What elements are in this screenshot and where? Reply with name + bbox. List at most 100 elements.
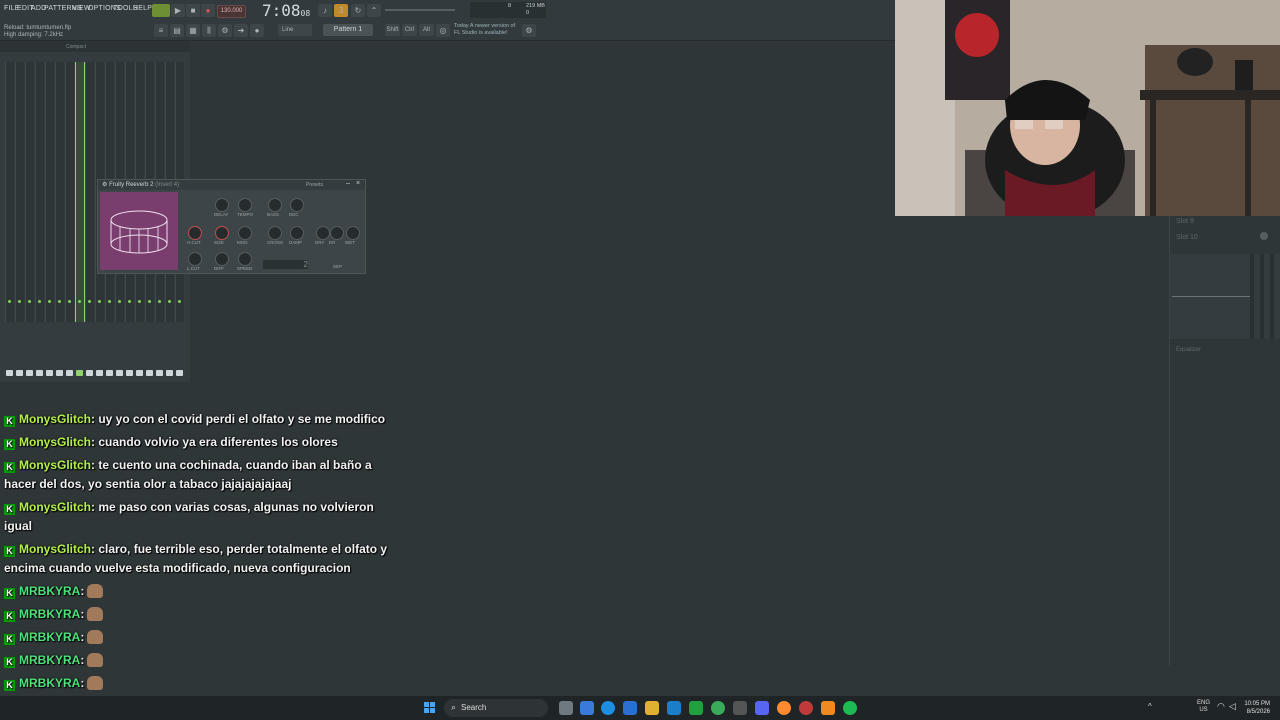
route-indicator[interactable] — [168, 300, 171, 303]
route-indicator[interactable] — [108, 300, 111, 303]
browser-icon-2[interactable] — [777, 701, 791, 715]
excel-icon[interactable] — [689, 701, 703, 715]
plugin-knob[interactable] — [238, 226, 252, 240]
mixer-track[interactable] — [25, 62, 34, 322]
plugin-knob[interactable] — [290, 198, 304, 212]
reverb-plugin-window[interactable]: ⚙ Fruity Reeverb 2 (Insert 4) Presets – … — [97, 179, 366, 274]
plugin-knob[interactable] — [290, 226, 304, 240]
taskbar-clock[interactable]: 10:05 PM 8/5/2026 — [1244, 700, 1270, 716]
chat-username[interactable]: MonysGlitch — [19, 412, 91, 426]
mixer-track[interactable] — [65, 62, 74, 322]
plugin-knob[interactable] — [316, 226, 330, 240]
plugin-picker-icon[interactable]: ➜ — [234, 24, 248, 37]
online-icon[interactable]: ⚙ — [522, 24, 536, 37]
mixer-fader[interactable] — [156, 370, 163, 376]
metronome-icon[interactable]: ♪ — [318, 4, 332, 17]
minimize-icon[interactable]: – — [346, 180, 350, 187]
chat-username[interactable]: MRBKYRA — [19, 607, 80, 621]
close-icon[interactable]: × — [356, 180, 360, 187]
route-indicator[interactable] — [88, 300, 91, 303]
plugin-knob[interactable] — [346, 226, 360, 240]
tray-chevron-icon[interactable]: ^ — [1148, 702, 1152, 711]
route-indicator[interactable] — [178, 300, 181, 303]
chat-username[interactable]: MonysGlitch — [19, 458, 91, 472]
route-indicator[interactable] — [58, 300, 61, 303]
mixer-track[interactable] — [5, 62, 14, 322]
plugin-knob[interactable] — [188, 252, 202, 266]
route-indicator[interactable] — [38, 300, 41, 303]
chat-username[interactable]: MRBKYRA — [19, 584, 80, 598]
chrome-icon[interactable] — [711, 701, 725, 715]
obs-icon[interactable] — [799, 701, 813, 715]
channel-rack-icon[interactable]: ≡ — [154, 24, 168, 37]
mixer-fader[interactable] — [106, 370, 113, 376]
chat-username[interactable]: MonysGlitch — [19, 435, 91, 449]
store-icon[interactable] — [623, 701, 637, 715]
explorer-icon[interactable] — [645, 701, 659, 715]
news-panel[interactable]: Today A newer version of FL Studio is ava… — [454, 23, 515, 37]
plugin-knob[interactable] — [215, 252, 229, 266]
mixer-icon[interactable]: ⫼ — [202, 24, 216, 37]
mail-icon[interactable] — [667, 701, 681, 715]
plugin-title-bar[interactable]: ⚙ Fruity Reeverb 2 (Insert 4) — [102, 181, 179, 190]
news-icon[interactable]: ◎ — [436, 24, 450, 37]
plugin-knob[interactable] — [268, 198, 282, 212]
plugin-knob[interactable] — [238, 198, 252, 212]
mixer-fader[interactable] — [146, 370, 153, 376]
mixer-fader[interactable] — [136, 370, 143, 376]
plugin-knob[interactable] — [238, 252, 252, 266]
shift-key[interactable]: Shift — [385, 24, 400, 36]
browser-icon[interactable]: ⚙ — [218, 24, 232, 37]
plugin-knob[interactable] — [188, 226, 202, 240]
route-indicator[interactable] — [128, 300, 131, 303]
slot-9[interactable]: Slot 9 — [1176, 218, 1194, 225]
pat-song-toggle[interactable] — [152, 4, 170, 17]
route-indicator[interactable] — [118, 300, 121, 303]
mixer-fader[interactable] — [116, 370, 123, 376]
song-time-display[interactable]: 7:0808 — [262, 1, 310, 20]
route-indicator[interactable] — [18, 300, 21, 303]
plugin-knob[interactable] — [330, 226, 344, 240]
piano-roll-icon[interactable]: ▤ — [170, 24, 184, 37]
stop-button[interactable]: ■ — [186, 4, 200, 17]
route-indicator[interactable] — [148, 300, 151, 303]
menu-help[interactable]: HELP — [133, 5, 152, 12]
chat-username[interactable]: MRBKYRA — [19, 676, 80, 690]
slot-10-knob[interactable] — [1260, 232, 1268, 240]
mixer-track[interactable] — [75, 62, 85, 322]
mixer-fader[interactable] — [46, 370, 53, 376]
windows-start-icon[interactable] — [424, 701, 436, 713]
mixer-fader[interactable] — [16, 370, 23, 376]
mixer-fader[interactable] — [26, 370, 33, 376]
route-indicator[interactable] — [8, 300, 11, 303]
play-button[interactable]: ▶ — [171, 4, 185, 17]
plugin-knob[interactable] — [215, 198, 229, 212]
copilot-icon[interactable] — [580, 701, 594, 715]
mixer-fader[interactable] — [66, 370, 73, 376]
mixer-fader[interactable] — [166, 370, 173, 376]
loop-record-icon[interactable]: ↻ — [351, 4, 365, 17]
discord-icon[interactable] — [755, 701, 769, 715]
route-indicator[interactable] — [68, 300, 71, 303]
plugin-knob[interactable] — [215, 226, 229, 240]
tempo-display[interactable]: 130.000 — [217, 5, 246, 18]
route-indicator[interactable] — [78, 300, 81, 303]
mixer-fader[interactable] — [86, 370, 93, 376]
mic-icon[interactable]: ● — [250, 24, 264, 37]
mixer-fader[interactable] — [96, 370, 103, 376]
language-indicator[interactable]: ENG US — [1197, 700, 1210, 714]
countdown-icon[interactable]: 3 — [334, 4, 348, 17]
app-icon[interactable] — [733, 701, 747, 715]
mixer-fader[interactable] — [176, 370, 183, 376]
playlist-icon[interactable]: ▦ — [186, 24, 200, 37]
mixer-track[interactable] — [15, 62, 24, 322]
presets-button[interactable]: Presets — [306, 182, 323, 188]
route-indicator[interactable] — [98, 300, 101, 303]
chat-username[interactable]: MRBKYRA — [19, 630, 80, 644]
route-indicator[interactable] — [28, 300, 31, 303]
mixer-track[interactable] — [55, 62, 64, 322]
chat-username[interactable]: MonysGlitch — [19, 500, 91, 514]
mixer-fader[interactable] — [126, 370, 133, 376]
route-indicator[interactable] — [138, 300, 141, 303]
record-button[interactable]: ● — [201, 4, 215, 17]
